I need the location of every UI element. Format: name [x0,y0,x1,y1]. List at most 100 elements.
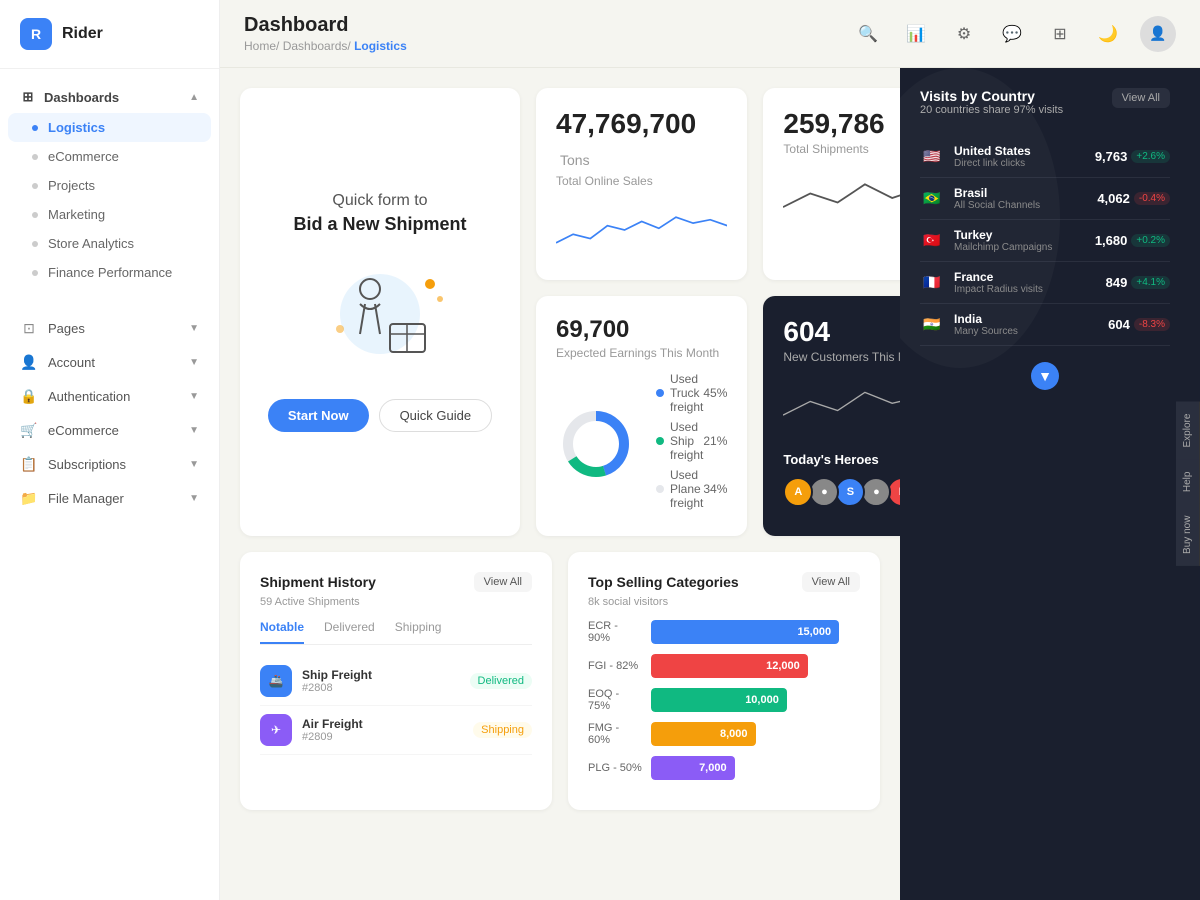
shipment-subtitle: 59 Active Shipments [260,596,532,608]
bar-fmg: FMG - 60% 8,000 [588,722,860,746]
sales-label: Total Online Sales [556,174,727,188]
dashboards-group[interactable]: ⊞ Dashboards ▲ [0,81,219,113]
sidebar-item-pages[interactable]: ⊡ Pages ▼ [0,311,219,345]
legend-ship: Used Ship freight 21% [656,420,727,462]
sidebar-item-logistics[interactable]: Logistics [8,113,211,142]
sidebar-item-finance-performance[interactable]: Finance Performance [0,258,219,287]
shipment-tabs: Notable Delivered Shipping [260,620,532,645]
country-br-change: -0.4% [1134,192,1170,205]
bar-eoq: EOQ - 75% 10,000 [588,688,860,712]
subscriptions-icon: 📋 [20,455,38,473]
country-br: 🇧🇷 Brasil All Social Channels 4,062 -0.4… [920,178,1170,220]
search-icon[interactable]: 🔍 [852,18,884,50]
sidebar-item-ecommerce-top[interactable]: 🛒 eCommerce ▼ [0,413,219,447]
content-area: Quick form to Bid a New Shipment [220,68,1200,900]
flag-tr: 🇹🇷 [920,232,944,250]
dashboard-grid: Quick form to Bid a New Shipment [220,68,900,900]
explore-tab[interactable]: Explore [1176,402,1200,460]
shipments-chart-svg [783,168,900,228]
logo-icon: R [20,18,52,50]
side-tabs: Explore Help Buy now [1176,402,1200,567]
tab-notable[interactable]: Notable [260,620,304,644]
sidebar-item-marketing[interactable]: Marketing [0,200,219,229]
pages-icon: ⊡ [20,319,38,337]
bars-container: ECR - 90% 15,000 FGI - 82% 1 [588,620,860,780]
dot-plane [656,485,664,493]
tab-shipping[interactable]: Shipping [395,620,442,644]
country-br-name: Brasil [954,186,1087,200]
top-selling-card: Top Selling Categories View All 8k socia… [568,552,880,810]
shipment-history-card: Shipment History View All 59 Active Ship… [240,552,552,810]
earnings-value: 69,700 [556,316,727,344]
visits-subtitle: 20 countries share 97% visits [920,104,1063,116]
bottom-row: Shipment History View All 59 Active Ship… [240,552,880,810]
ship-freight-icon: 🚢 [260,665,292,697]
country-fr-change: +4.1% [1131,276,1170,289]
shipments-value: 259,786 [783,108,900,140]
bar-fill-plg: 7,000 [651,756,735,780]
hero-title: Bid a New Shipment [293,214,466,235]
help-tab[interactable]: Help [1176,459,1200,504]
bar-fill-eoq: 10,000 [651,688,787,712]
buy-now-tab[interactable]: Buy now [1176,504,1200,566]
start-now-button[interactable]: Start Now [268,399,369,432]
chevron-down-icon: ▼ [189,493,199,504]
selling-view-all-button[interactable]: View All [802,572,860,592]
chart-icon[interactable]: 📊 [900,18,932,50]
sidebar-item-account[interactable]: 👤 Account ▼ [0,345,219,379]
hero-card: Quick form to Bid a New Shipment [240,88,520,536]
sidebar-item-store-analytics[interactable]: Store Analytics [0,229,219,258]
user-avatar[interactable]: 👤 [1140,16,1176,52]
bar-fgi: FGI - 82% 12,000 [588,654,860,678]
country-fr-name: France [954,270,1096,284]
quick-guide-button[interactable]: Quick Guide [379,399,493,432]
sidebar-item-authentication[interactable]: 🔒 Authentication ▼ [0,379,219,413]
logo[interactable]: R Rider [0,0,219,69]
avatars-row: A ● S ● P ● +2 [783,477,900,507]
country-tr-name: Turkey [954,228,1085,242]
country-fr: 🇫🇷 France Impact Radius visits 849 +4.1% [920,262,1170,304]
tab-delivered[interactable]: Delivered [324,620,375,644]
dashboards-section: ⊞ Dashboards ▲ Logistics eCommerce Proje… [0,69,219,299]
settings-icon[interactable]: ⚙ [948,18,980,50]
country-in-name: India [954,312,1098,326]
theme-toggle[interactable]: 🌙 [1092,18,1124,50]
sidebar-item-subscriptions[interactable]: 📋 Subscriptions ▼ [0,447,219,481]
earnings-card: 69,700 Expected Earnings This Month [536,296,747,536]
heroes-title: Today's Heroes [783,452,900,467]
avatar-photo-2: ● [861,477,891,507]
dot-icon [32,183,38,189]
sidebar-item-filemanager[interactable]: 📁 File Manager ▼ [0,481,219,515]
hero-subtitle: Quick form to [332,192,427,210]
dot-ship [656,437,664,445]
selling-subtitle: 8k social visitors [588,596,860,608]
breadcrumb: Home/ Dashboards/ Logistics [244,39,407,53]
filemanager-icon: 📁 [20,489,38,507]
auth-icon: 🔒 [20,387,38,405]
country-in-value: 604 [1108,317,1130,332]
sidebar-item-ecommerce[interactable]: eCommerce [0,142,219,171]
shipment-title: Shipment History [260,574,376,590]
shipments-label: Total Shipments [783,142,900,156]
dot-icon [32,241,38,247]
main-area: Dashboard Home/ Dashboards/ Logistics 🔍 … [220,0,1200,900]
country-us-name: United States [954,144,1085,158]
chevron-down-icon: ▼ [189,323,199,334]
shipment-view-all-button[interactable]: View All [474,572,532,592]
header-actions: 🔍 📊 ⚙ 💬 ⊞ 🌙 👤 [852,16,1176,52]
avatar-2: S [835,477,865,507]
country-in-source: Many Sources [954,326,1098,337]
visits-view-all-button[interactable]: View All [1112,88,1170,108]
dot-icon [32,125,38,131]
ship-id-2: #2809 [302,731,463,743]
grid-view-icon[interactable]: ⊞ [1044,18,1076,50]
pages-section: ⊡ Pages ▼ 👤 Account ▼ 🔒 Authentication ▼… [0,299,219,527]
hero-illustration [300,259,460,379]
sidebar-item-projects[interactable]: Projects [0,171,219,200]
chat-icon[interactable]: 💬 [996,18,1028,50]
scroll-down-button[interactable]: ▼ [1031,362,1059,390]
bar-plg: PLG - 50% 7,000 [588,756,860,780]
chevron-down-icon: ▼ [189,357,199,368]
flag-us: 🇺🇸 [920,148,944,166]
avatar-photo-1: ● [809,477,839,507]
